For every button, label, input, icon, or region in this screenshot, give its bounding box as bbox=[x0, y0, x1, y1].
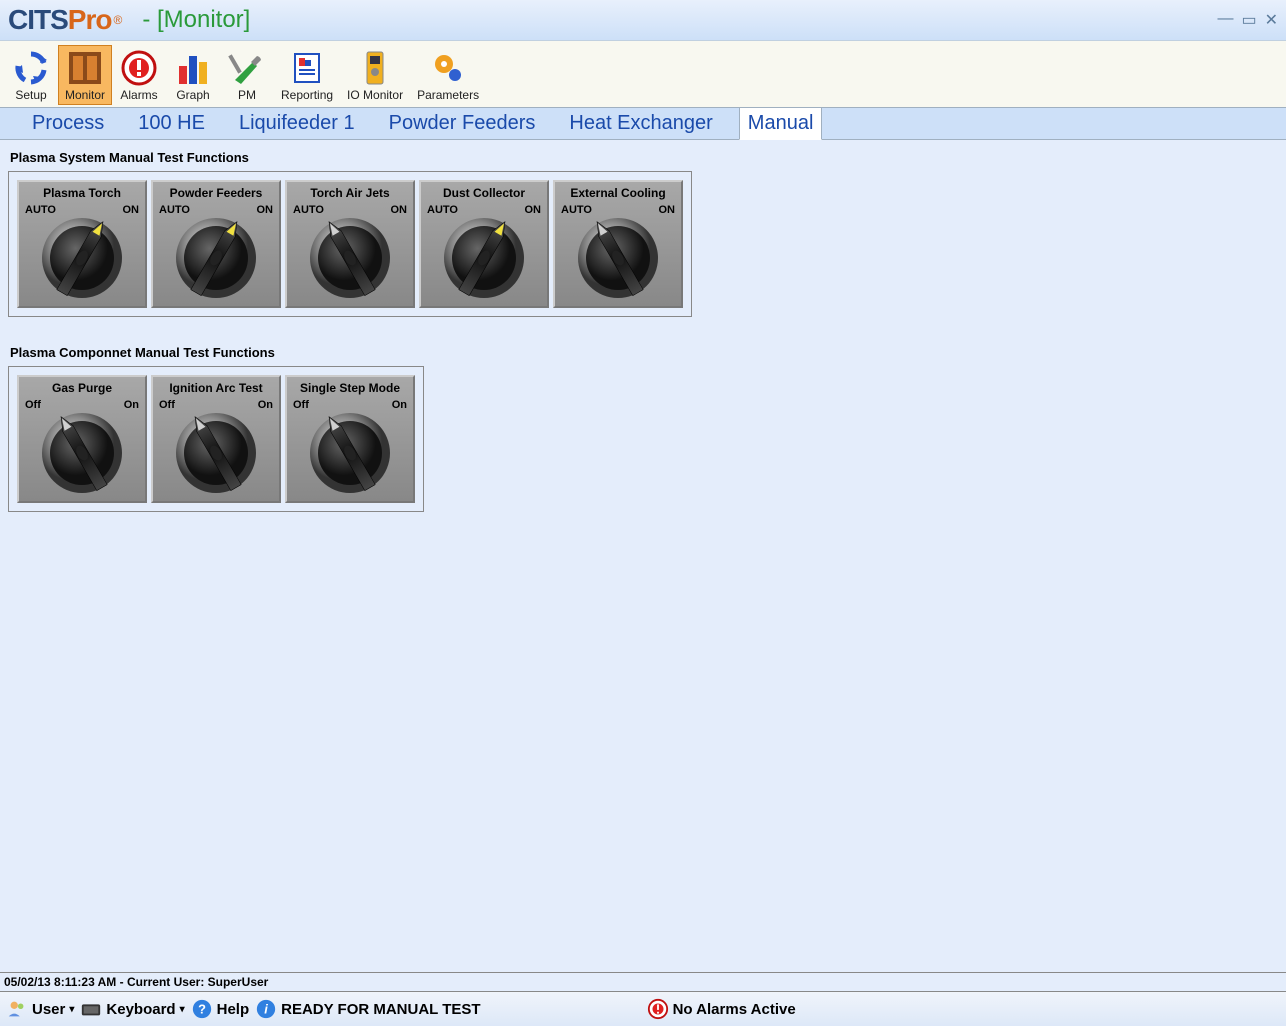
bb-user[interactable]: User ▾ bbox=[6, 998, 74, 1020]
toolbar-label: Graph bbox=[176, 88, 209, 102]
multimeter-icon bbox=[355, 48, 395, 88]
app-logo: CITSPro bbox=[8, 4, 111, 36]
toolbar-label: PM bbox=[238, 88, 256, 102]
toolbar-parameters[interactable]: Parameters bbox=[410, 45, 486, 105]
toolbar-label: Alarms bbox=[120, 88, 157, 102]
toolbar-monitor[interactable]: Monitor bbox=[58, 45, 112, 105]
switch-title: External Cooling bbox=[570, 186, 665, 202]
info-icon: i bbox=[255, 998, 277, 1020]
chevron-down-icon: ▾ bbox=[180, 1004, 185, 1015]
bar-chart-icon bbox=[173, 48, 213, 88]
toolbar-reporting[interactable]: Reporting bbox=[274, 45, 340, 105]
tab-process[interactable]: Process bbox=[24, 108, 112, 139]
monitor-icon bbox=[65, 48, 105, 88]
bottom-bar: User ▾ Keyboard ▾ ? Help i READY FOR MAN… bbox=[0, 992, 1286, 1026]
toolbar-label: Reporting bbox=[281, 88, 333, 102]
switch-dust-collector[interactable]: Dust Collector AUTO ON bbox=[419, 180, 549, 308]
window-controls: — ▭ ✕ bbox=[1217, 10, 1278, 30]
titlebar: CITSPro® - [Monitor] — ▭ ✕ bbox=[0, 0, 1286, 40]
tab-manual[interactable]: Manual bbox=[739, 107, 823, 140]
alarm-status-icon bbox=[647, 998, 669, 1020]
svg-text:i: i bbox=[264, 1002, 268, 1017]
bb-help[interactable]: ? Help bbox=[191, 998, 250, 1020]
rotary-knob-icon[interactable] bbox=[300, 405, 400, 495]
section1-title: Plasma System Manual Test Functions bbox=[10, 150, 1278, 165]
tab-100he[interactable]: 100 HE bbox=[130, 108, 213, 139]
rotary-knob-icon[interactable] bbox=[300, 210, 400, 300]
switch-external-cooling[interactable]: External Cooling AUTO ON bbox=[553, 180, 683, 308]
switch-gas-purge[interactable]: Gas Purge Off On bbox=[17, 375, 147, 503]
window-subtitle: - [Monitor] bbox=[142, 6, 250, 34]
switch-ignition-arc-test[interactable]: Ignition Arc Test Off On bbox=[151, 375, 281, 503]
trademark-icon: ® bbox=[113, 13, 122, 27]
sub-tabbar: Process 100 HE Liquifeeder 1 Powder Feed… bbox=[0, 108, 1286, 140]
switch-single-step-mode[interactable]: Single Step Mode Off On bbox=[285, 375, 415, 503]
switch-torch-air-jets[interactable]: Torch Air Jets AUTO ON bbox=[285, 180, 415, 308]
tools-icon bbox=[227, 48, 267, 88]
rotary-knob-icon[interactable] bbox=[166, 405, 266, 495]
minimize-icon[interactable]: — bbox=[1217, 10, 1233, 30]
switch-title: Single Step Mode bbox=[300, 381, 400, 397]
toolbar-graph[interactable]: Graph bbox=[166, 45, 220, 105]
keyboard-icon bbox=[80, 998, 102, 1020]
switch-title: Dust Collector bbox=[443, 186, 525, 202]
report-icon bbox=[287, 48, 327, 88]
toolbar-alarms[interactable]: Alarms bbox=[112, 45, 166, 105]
rotary-knob-icon[interactable] bbox=[434, 210, 534, 300]
content-area: Plasma System Manual Test Functions Plas… bbox=[0, 140, 1286, 518]
rotary-knob-icon[interactable] bbox=[32, 405, 132, 495]
component-switch-panel: Gas Purge Off On Ignition Arc Test Off O… bbox=[8, 366, 424, 512]
toolbar-label: Parameters bbox=[417, 88, 479, 102]
users-icon bbox=[6, 998, 28, 1020]
help-icon: ? bbox=[191, 998, 213, 1020]
bb-keyboard[interactable]: Keyboard ▾ bbox=[80, 998, 184, 1020]
toolbar-pm[interactable]: PM bbox=[220, 45, 274, 105]
toolbar-label: Setup bbox=[15, 88, 46, 102]
switch-title: Plasma Torch bbox=[43, 186, 121, 202]
rotary-knob-icon[interactable] bbox=[568, 210, 668, 300]
status-line: 05/02/13 8:11:23 AM - Current User: Supe… bbox=[0, 972, 1286, 992]
bb-status: i READY FOR MANUAL TEST bbox=[255, 998, 480, 1020]
rotary-knob-icon[interactable] bbox=[166, 210, 266, 300]
rotary-knob-icon[interactable] bbox=[32, 210, 132, 300]
tab-powder-feeders[interactable]: Powder Feeders bbox=[381, 108, 544, 139]
toolbar-label: Monitor bbox=[65, 88, 105, 102]
toolbar-io-monitor[interactable]: IO Monitor bbox=[340, 45, 410, 105]
toolbar-setup[interactable]: Setup bbox=[4, 45, 58, 105]
switch-title: Torch Air Jets bbox=[310, 186, 389, 202]
maximize-icon[interactable]: ▭ bbox=[1241, 10, 1256, 30]
tab-heat-exchanger[interactable]: Heat Exchanger bbox=[561, 108, 720, 139]
toolbar-label: IO Monitor bbox=[347, 88, 403, 102]
switch-title: Ignition Arc Test bbox=[169, 381, 262, 397]
alarm-icon bbox=[119, 48, 159, 88]
svg-text:?: ? bbox=[198, 1002, 206, 1017]
section2-title: Plasma Componnet Manual Test Functions bbox=[10, 345, 1278, 360]
switch-powder-feeders[interactable]: Powder Feeders AUTO ON bbox=[151, 180, 281, 308]
switch-title: Powder Feeders bbox=[170, 186, 263, 202]
gears-icon bbox=[428, 48, 468, 88]
bb-alarms[interactable]: No Alarms Active bbox=[647, 998, 796, 1020]
switch-plasma-torch[interactable]: Plasma Torch AUTO ON bbox=[17, 180, 147, 308]
switch-title: Gas Purge bbox=[52, 381, 112, 397]
system-switch-panel: Plasma Torch AUTO ON Powder Feeders AUTO… bbox=[8, 171, 692, 317]
recycle-arrows-icon bbox=[11, 48, 51, 88]
tab-liquifeeder[interactable]: Liquifeeder 1 bbox=[231, 108, 363, 139]
chevron-down-icon: ▾ bbox=[69, 1004, 74, 1015]
main-toolbar: Setup Monitor Alarms Graph PM bbox=[0, 40, 1286, 108]
close-icon[interactable]: ✕ bbox=[1265, 10, 1278, 30]
